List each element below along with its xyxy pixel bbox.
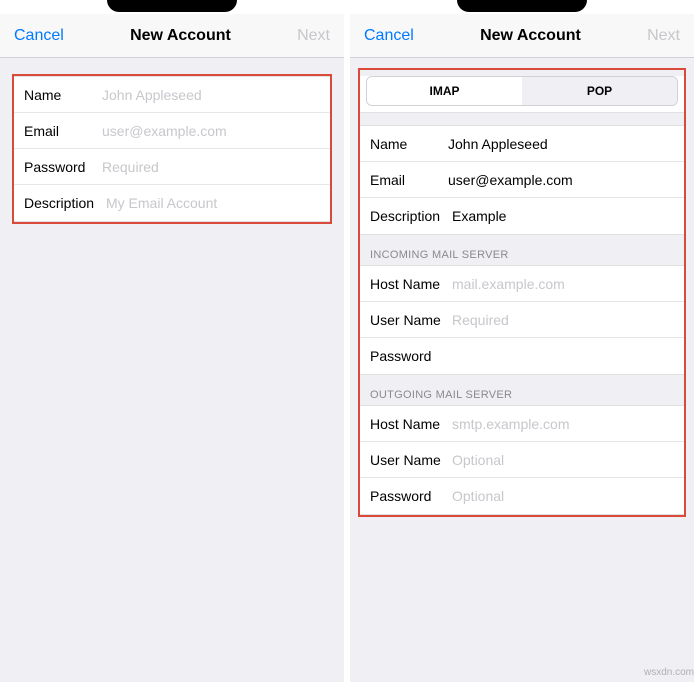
segment-imap[interactable]: IMAP bbox=[367, 77, 522, 105]
status-bar bbox=[0, 0, 344, 14]
row-email: Email bbox=[360, 162, 684, 198]
highlight-box: Name Email Password Description bbox=[12, 74, 332, 224]
email-input[interactable] bbox=[448, 172, 674, 188]
outgoing-group: Host Name User Name Password bbox=[360, 405, 684, 515]
row-incoming-password: Password bbox=[360, 338, 684, 374]
outgoing-user-label: User Name bbox=[370, 452, 452, 468]
row-outgoing-host: Host Name bbox=[360, 406, 684, 442]
highlight-box: IMAP POP Name Email Description bbox=[358, 68, 686, 517]
password-label: Password bbox=[24, 159, 102, 175]
incoming-host-label: Host Name bbox=[370, 276, 452, 292]
outgoing-user-input[interactable] bbox=[452, 452, 674, 468]
page-title: New Account bbox=[480, 27, 581, 45]
email-label: Email bbox=[24, 123, 102, 139]
content-area: IMAP POP Name Email Description bbox=[350, 58, 694, 682]
outgoing-header: OUTGOING MAIL SERVER bbox=[360, 375, 684, 405]
segment-pop[interactable]: POP bbox=[522, 77, 677, 105]
watermark: wsxdn.com bbox=[644, 667, 694, 678]
cancel-button[interactable]: Cancel bbox=[364, 27, 414, 45]
row-description: Description bbox=[360, 198, 684, 234]
content-area: Name Email Password Description bbox=[0, 58, 344, 682]
row-outgoing-password: Password bbox=[360, 478, 684, 514]
row-name: Name bbox=[360, 126, 684, 162]
protocol-group: IMAP POP bbox=[360, 76, 684, 113]
row-email: Email bbox=[14, 113, 330, 149]
row-incoming-host: Host Name bbox=[360, 266, 684, 302]
account-fields-group: Name Email Password Description bbox=[14, 76, 330, 222]
description-label: Description bbox=[24, 195, 106, 211]
row-description: Description bbox=[14, 185, 330, 221]
screen-left: Cancel New Account Next Name Email Passw… bbox=[0, 0, 350, 682]
name-label: Name bbox=[370, 136, 448, 152]
outgoing-password-input[interactable] bbox=[452, 488, 674, 504]
protocol-segmented[interactable]: IMAP POP bbox=[366, 76, 678, 106]
incoming-user-label: User Name bbox=[370, 312, 452, 328]
status-bar bbox=[350, 0, 694, 14]
nav-bar: Cancel New Account Next bbox=[0, 14, 344, 58]
incoming-password-input[interactable] bbox=[452, 348, 674, 364]
outgoing-host-label: Host Name bbox=[370, 416, 452, 432]
incoming-user-input[interactable] bbox=[452, 312, 674, 328]
email-label: Email bbox=[370, 172, 448, 188]
incoming-password-label: Password bbox=[370, 348, 452, 364]
nav-bar: Cancel New Account Next bbox=[350, 14, 694, 58]
cancel-button[interactable]: Cancel bbox=[14, 27, 64, 45]
outgoing-password-label: Password bbox=[370, 488, 452, 504]
name-label: Name bbox=[24, 87, 102, 103]
row-name: Name bbox=[14, 77, 330, 113]
password-input[interactable] bbox=[102, 159, 320, 175]
page-title: New Account bbox=[130, 27, 231, 45]
description-input[interactable] bbox=[106, 195, 320, 211]
next-button[interactable]: Next bbox=[297, 27, 330, 45]
row-outgoing-user: User Name bbox=[360, 442, 684, 478]
email-input[interactable] bbox=[102, 123, 320, 139]
outgoing-host-input[interactable] bbox=[452, 416, 674, 432]
description-label: Description bbox=[370, 208, 452, 224]
account-info-group: Name Email Description bbox=[360, 125, 684, 235]
incoming-group: Host Name User Name Password bbox=[360, 265, 684, 375]
next-button[interactable]: Next bbox=[647, 27, 680, 45]
incoming-header: INCOMING MAIL SERVER bbox=[360, 235, 684, 265]
incoming-host-input[interactable] bbox=[452, 276, 674, 292]
screen-right: Cancel New Account Next IMAP POP Name Em… bbox=[350, 0, 700, 682]
row-password: Password bbox=[14, 149, 330, 185]
row-incoming-user: User Name bbox=[360, 302, 684, 338]
name-input[interactable] bbox=[448, 136, 674, 152]
name-input[interactable] bbox=[102, 87, 320, 103]
description-input[interactable] bbox=[452, 208, 674, 224]
